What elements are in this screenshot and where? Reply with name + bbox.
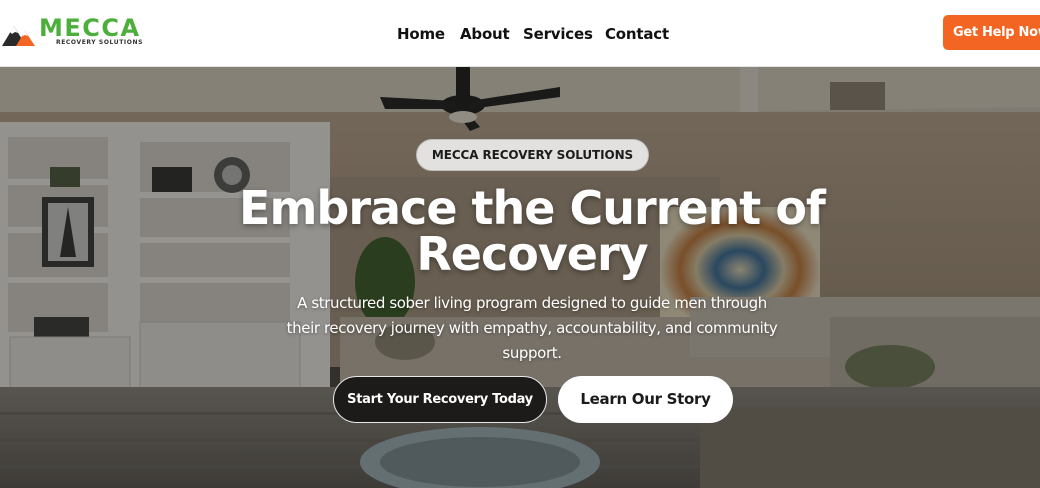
nav-link-contact[interactable]: Contact [605, 25, 669, 43]
nav-link-about[interactable]: About [460, 25, 510, 43]
brand-name: MECCA [39, 14, 141, 42]
hero-badge: MECCA RECOVERY SOLUTIONS [416, 139, 649, 171]
brand-logo[interactable]: MECCA RECOVERY SOLUTIONS [2, 14, 152, 48]
site-header: MECCA RECOVERY SOLUTIONS Home About Serv… [0, 0, 1040, 67]
hero-subtext: A structured sober living program design… [286, 294, 778, 362]
brand-tagline: RECOVERY SOLUTIONS [56, 39, 144, 46]
learn-our-story-button[interactable]: Learn Our Story [558, 376, 733, 423]
nav-link-home[interactable]: Home [397, 25, 445, 43]
nav-link-services[interactable]: Services [523, 25, 593, 43]
get-help-now-button[interactable]: Get Help Now [943, 15, 1040, 50]
hero-section: MECCA RECOVERY SOLUTIONS Embrace the Cur… [0, 67, 1040, 488]
start-recovery-button[interactable]: Start Your Recovery Today [333, 376, 547, 423]
hero-headline: Embrace the Current of Recovery [239, 181, 826, 281]
mountain-icon [2, 26, 35, 46]
